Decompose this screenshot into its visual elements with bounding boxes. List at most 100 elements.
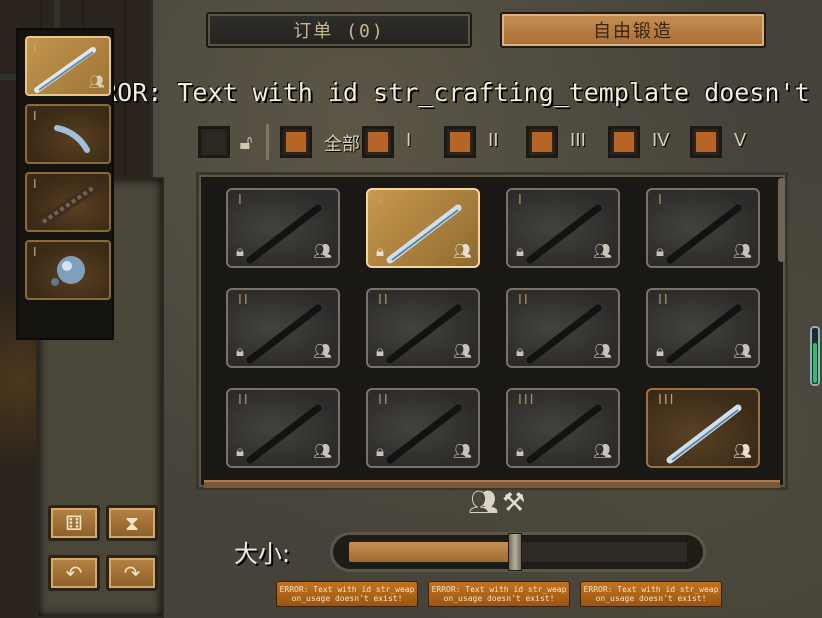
grid-scrollbar[interactable] [778, 178, 785, 262]
template-card[interactable]: I 🔒︎ 👥︎ [646, 188, 760, 268]
tier-mark: II [238, 293, 250, 308]
crew-icon: 👥︎ [312, 242, 332, 260]
undo-arrow-icon: ↶ [65, 561, 83, 585]
redo-arrow-icon: ↷ [123, 561, 141, 585]
size-slider-fill [349, 542, 514, 562]
sword-blade-icon [246, 304, 322, 364]
template-card[interactable]: I 🔒︎ 👥︎ [366, 188, 480, 268]
sword-blade-icon [386, 304, 462, 364]
lock-icon: 🔒︎ [656, 342, 664, 360]
crew-icon: 👥︎ [88, 75, 105, 90]
forge-hammer-icon[interactable]: ⚒ [502, 488, 525, 518]
unlocked-filter-checkbox[interactable] [198, 126, 230, 158]
filter-tier-1-checkbox[interactable] [362, 126, 394, 158]
size-slider[interactable] [330, 532, 706, 572]
crew-icon: 👥︎ [732, 442, 752, 460]
grip-icon [38, 183, 98, 227]
crew-icon: 👥︎ [312, 442, 332, 460]
template-card[interactable]: II 🔒︎ 👥︎ [226, 388, 340, 468]
template-card[interactable]: III 👥︎ [646, 388, 760, 468]
undo-button[interactable]: ↶ [48, 555, 100, 591]
filter-tier-3-checkbox[interactable] [526, 126, 558, 158]
divider [266, 124, 269, 160]
history-button[interactable]: ⧗ [106, 505, 158, 541]
weapon-usage-button-2[interactable]: ERROR: Text with id str_weap on_usage do… [428, 581, 570, 607]
sword-blade-icon [526, 304, 602, 364]
tier-mark: I [238, 193, 244, 208]
crew-icon: 👥︎ [732, 242, 752, 260]
crew-icon: 👥︎ [312, 342, 332, 360]
sword-blade-icon [666, 204, 742, 264]
tier-mark: II [378, 393, 390, 408]
tier-filter-row: 🔓︎ 全部 I II III IV V [196, 124, 756, 160]
part-item-grip[interactable]: I [25, 172, 111, 232]
template-card[interactable]: II 🔒︎ 👥︎ [226, 288, 340, 368]
tier-mark: I [658, 193, 664, 208]
sword-blade-icon [666, 304, 742, 364]
template-card[interactable]: II 🔒︎ 👥︎ [366, 288, 480, 368]
crew-icon: 👥︎ [592, 342, 612, 360]
side-gauge [810, 326, 820, 386]
lock-icon: 🔒︎ [516, 342, 524, 360]
sword-blade-icon [526, 404, 602, 464]
unlock-icon: 🔓︎ [239, 130, 253, 154]
redo-button[interactable]: ↷ [106, 555, 158, 591]
filter-tier-5-label: V [734, 130, 747, 151]
filter-tier-4-label: IV [652, 130, 670, 151]
hourglass-icon: ⧗ [124, 511, 140, 535]
size-label: 大小: [234, 540, 291, 568]
sword-blade-icon [246, 204, 322, 264]
tier-mark: I [518, 193, 524, 208]
lock-icon: 🔒︎ [376, 242, 384, 260]
pommel-icon [51, 256, 85, 286]
template-card[interactable]: I 🔒︎ 👥︎ [506, 188, 620, 268]
template-card[interactable]: II 🔒︎ 👥︎ [366, 388, 480, 468]
tab-free-forge[interactable]: 自由锻造 [500, 12, 766, 48]
part-list: I 👥︎ I I I [16, 28, 114, 340]
filter-all-label: 全部 [324, 134, 360, 155]
tier-mark: II [658, 293, 670, 308]
part-item-blade[interactable]: I 👥︎ [25, 36, 111, 96]
part-item-guard[interactable]: I [25, 104, 111, 164]
randomize-button[interactable]: ⚅ [48, 505, 100, 541]
lock-icon: 🔒︎ [376, 342, 384, 360]
lock-icon: 🔒︎ [516, 242, 524, 260]
crew-icon: 👥︎ [452, 342, 472, 360]
tier-mark: III [518, 393, 536, 408]
lock-icon: 🔒︎ [236, 442, 244, 460]
lock-icon: 🔒︎ [236, 242, 244, 260]
lock-icon: 🔒︎ [656, 242, 664, 260]
template-card[interactable]: II 🔒︎ 👥︎ [646, 288, 760, 368]
crew-icon: 👥︎ [452, 442, 472, 460]
filter-tier-5-checkbox[interactable] [690, 126, 722, 158]
weapon-usage-button-3[interactable]: ERROR: Text with id str_weap on_usage do… [580, 581, 722, 607]
error-banner: ERROR: Text with id str_crafting_templat… [72, 78, 822, 107]
filter-all-checkbox[interactable] [280, 126, 312, 158]
lock-icon: 🔒︎ [516, 442, 524, 460]
tier-mark: II [238, 393, 250, 408]
filter-tier-1-label: I [406, 130, 412, 151]
size-slider-thumb[interactable] [508, 533, 522, 571]
template-card[interactable]: III 🔒︎ 👥︎ [506, 388, 620, 468]
crew-icon: 👥︎ [732, 342, 752, 360]
sword-blade-icon [386, 404, 462, 464]
filter-tier-4-checkbox[interactable] [608, 126, 640, 158]
crew-icon: 👥︎ [592, 242, 612, 260]
size-slider-track [518, 542, 687, 562]
weapon-usage-button-1[interactable]: ERROR: Text with id str_weap on_usage do… [276, 581, 418, 607]
filter-tier-2-checkbox[interactable] [444, 126, 476, 158]
template-card[interactable]: II 🔒︎ 👥︎ [506, 288, 620, 368]
tier-mark: II [518, 293, 530, 308]
grid-bottom-trim [204, 480, 780, 488]
lock-icon: 🔒︎ [236, 342, 244, 360]
template-card[interactable]: I 🔒︎ 👥︎ [226, 188, 340, 268]
filter-tier-2-label: II [488, 130, 499, 151]
sword-blade-icon [246, 404, 322, 464]
tab-orders[interactable]: 订单 (0) [206, 12, 472, 48]
filter-tier-3-label: III [570, 130, 586, 151]
lock-icon: 🔒︎ [376, 442, 384, 460]
guard-icon [54, 125, 90, 153]
crew-icon: 👥︎ [468, 488, 499, 516]
crew-icon: 👥︎ [452, 242, 472, 260]
part-item-pommel[interactable]: I [25, 240, 111, 300]
